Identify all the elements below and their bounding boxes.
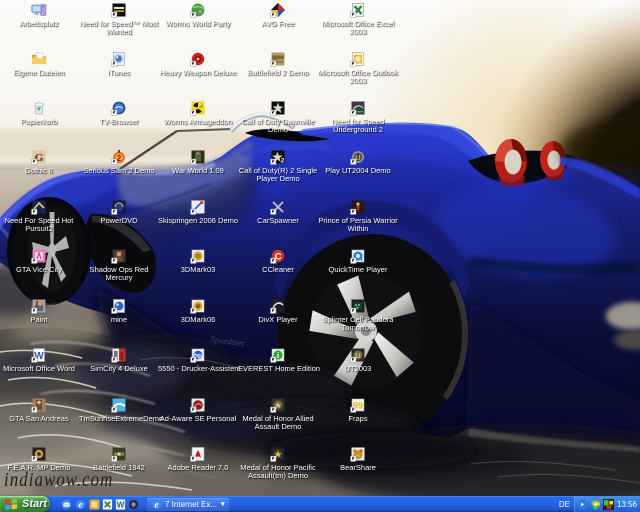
svg-text:2: 2 — [117, 154, 122, 163]
svg-text:W: W — [117, 500, 125, 509]
svg-text:e: e — [78, 499, 82, 509]
svg-text:e: e — [154, 499, 158, 509]
